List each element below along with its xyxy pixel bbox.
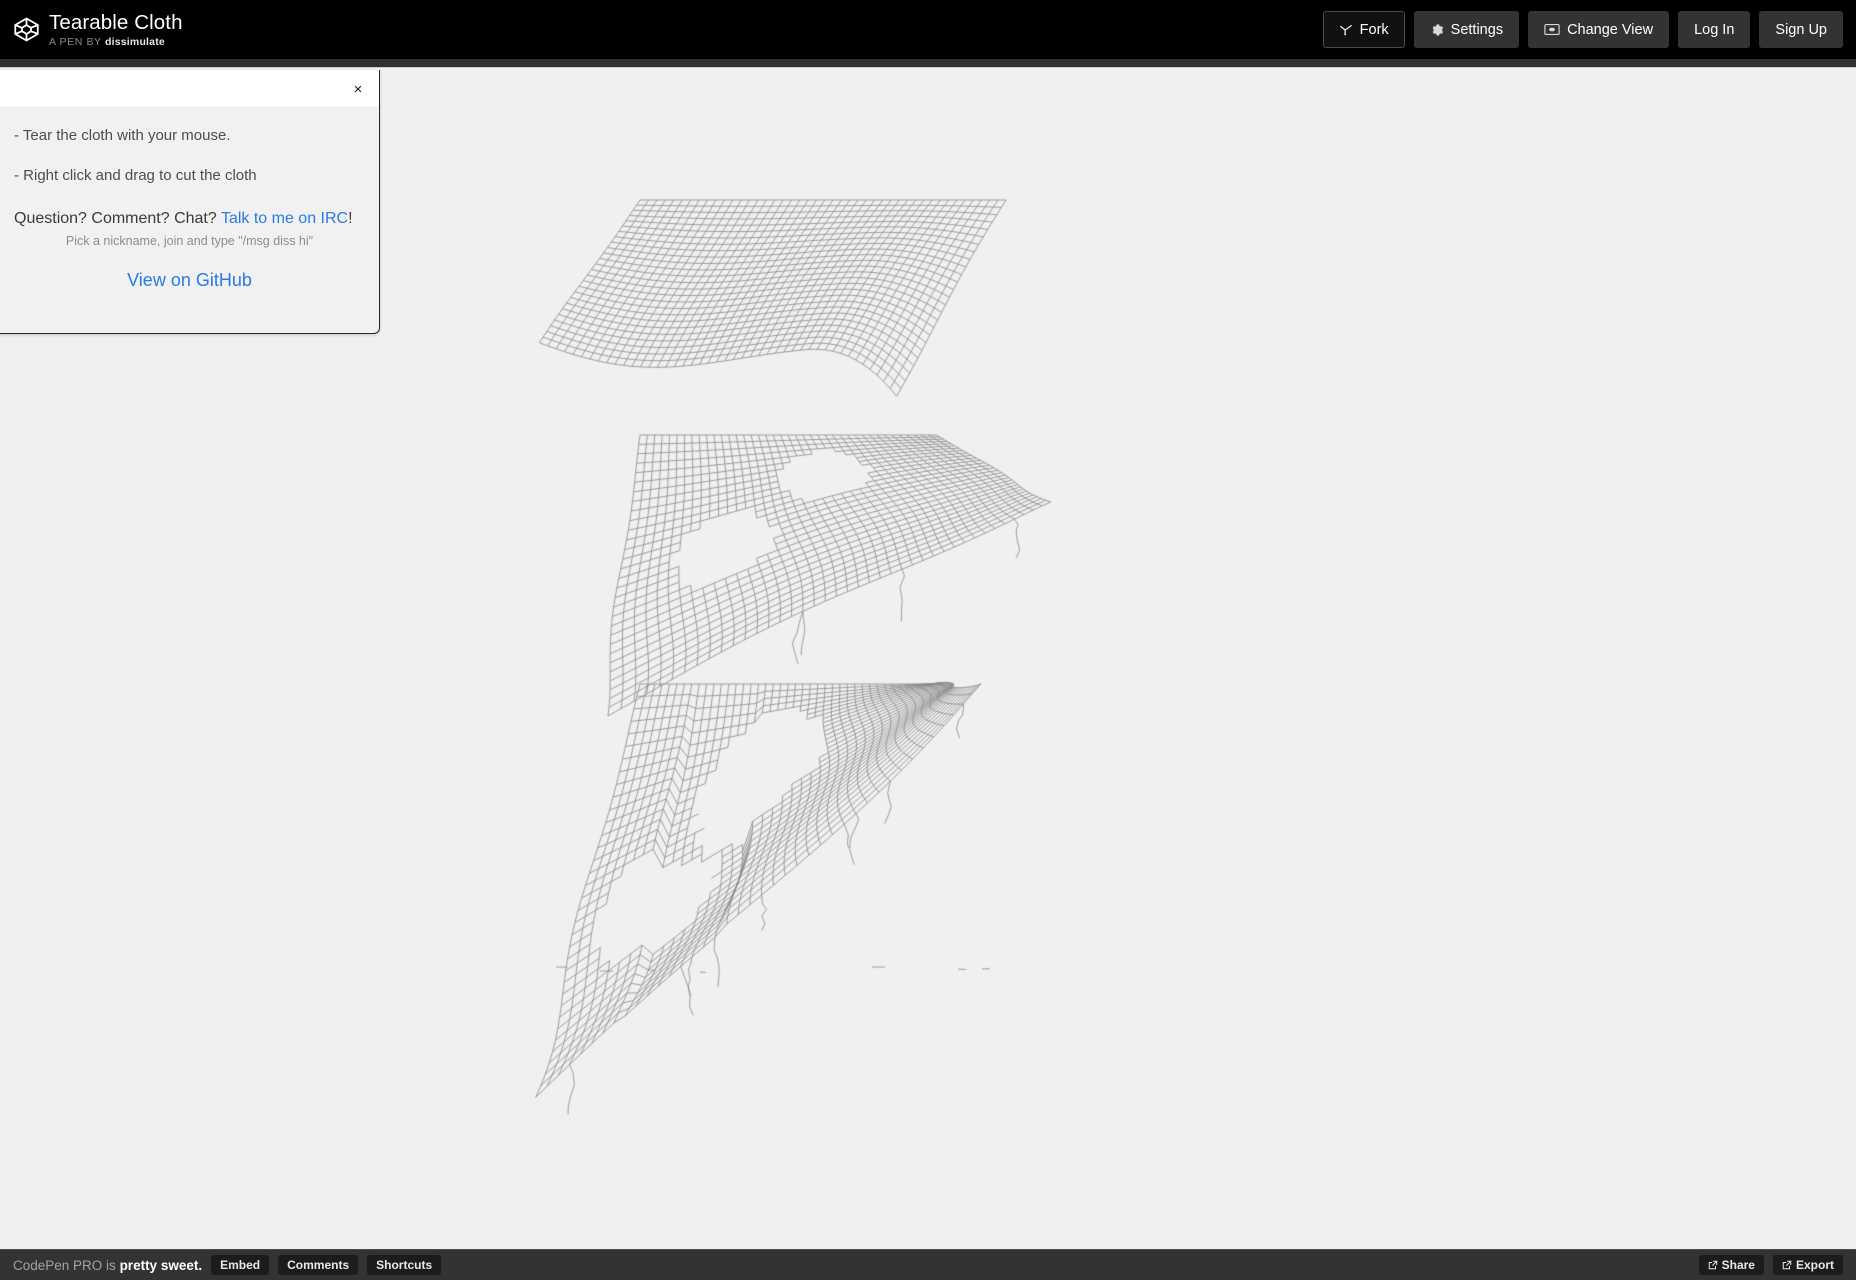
header-sub-strip [0,59,1856,68]
change-view-icon [1544,23,1560,36]
embed-button-label: Embed [220,1258,261,1272]
instruction-line-tear: - Tear the cloth with your mouse. [14,127,231,144]
pro-promo-prefix: CodePen PRO is [13,1257,120,1273]
log-in-button-label: Log In [1694,21,1735,38]
instructions-panel-body: - Tear the cloth with your mouse. - Righ… [0,108,379,305]
pen-author-link[interactable]: dissimulate [105,36,165,48]
chat-prompt-suffix: ! [348,210,353,227]
pen-byline: A PEN BY dissimulate [49,35,183,49]
settings-button[interactable]: Settings [1413,11,1520,48]
external-link-icon [1708,1260,1718,1270]
instructions-panel: × - Tear the cloth with your mouse. - Ri… [0,70,380,334]
shortcuts-button[interactable]: Shortcuts [367,1255,442,1275]
comments-button[interactable]: Comments [278,1255,359,1275]
sign-up-button[interactable]: Sign Up [1759,11,1843,48]
instructions-panel-header: × [0,70,379,108]
page-title: Tearable Cloth [49,10,183,34]
footer-left-group: CodePen PRO is pretty sweet. Embed Comme… [0,1255,442,1275]
fork-button[interactable]: Fork [1322,11,1405,48]
settings-button-label: Settings [1450,21,1504,38]
log-in-button[interactable]: Log In [1678,11,1751,48]
byline-prefix: A PEN BY [49,35,105,48]
share-button-label: Share [1721,1258,1755,1272]
export-button[interactable]: Export [1772,1255,1843,1275]
external-link-icon [1782,1260,1792,1270]
chat-prompt-prefix: Question? Comment? Chat? [14,210,221,227]
nickname-hint: Pick a nickname, join and type "/msg dis… [65,234,314,248]
comments-button-label: Comments [287,1258,350,1272]
header-brand-block: Tearable Cloth A PEN BY dissimulate [0,11,183,49]
irc-link[interactable]: Talk to me on IRC [221,210,348,227]
instruction-line-cut: - Right click and drag to cut the cloth [14,167,257,184]
change-view-button[interactable]: Change View [1528,11,1670,48]
header-actions: Fork Settings Change View Log In Sign Up [1322,11,1856,48]
close-icon[interactable]: × [348,79,368,99]
sign-up-button-label: Sign Up [1775,21,1827,38]
github-row: View on GitHub [14,270,365,291]
fork-button-label: Fork [1359,21,1389,38]
top-header-bar: Tearable Cloth A PEN BY dissimulate Fork [0,0,1856,59]
share-button[interactable]: Share [1698,1255,1764,1275]
view-on-github-link[interactable]: View on GitHub [127,270,252,290]
footer-right-group: Share Export [1698,1255,1856,1275]
bottom-action-bar: CodePen PRO is pretty sweet. Embed Comme… [0,1249,1856,1280]
chat-prompt: Question? Comment? Chat? Talk to me on I… [14,210,365,228]
change-view-button-label: Change View [1567,21,1654,38]
codepen-hexagon-icon[interactable] [13,16,40,43]
fork-icon [1339,23,1353,37]
embed-button[interactable]: Embed [211,1255,270,1275]
shortcuts-button-label: Shortcuts [376,1258,433,1272]
export-button-label: Export [1795,1258,1834,1272]
pen-title-block: Tearable Cloth A PEN BY dissimulate [49,11,183,49]
codepen-pro-promo: CodePen PRO is pretty sweet. [13,1258,202,1273]
pro-promo-emphasis: pretty sweet. [119,1257,203,1273]
gear-icon [1430,23,1444,37]
codepen-pen-page: Tearable Cloth A PEN BY dissimulate Fork [0,0,1856,1280]
